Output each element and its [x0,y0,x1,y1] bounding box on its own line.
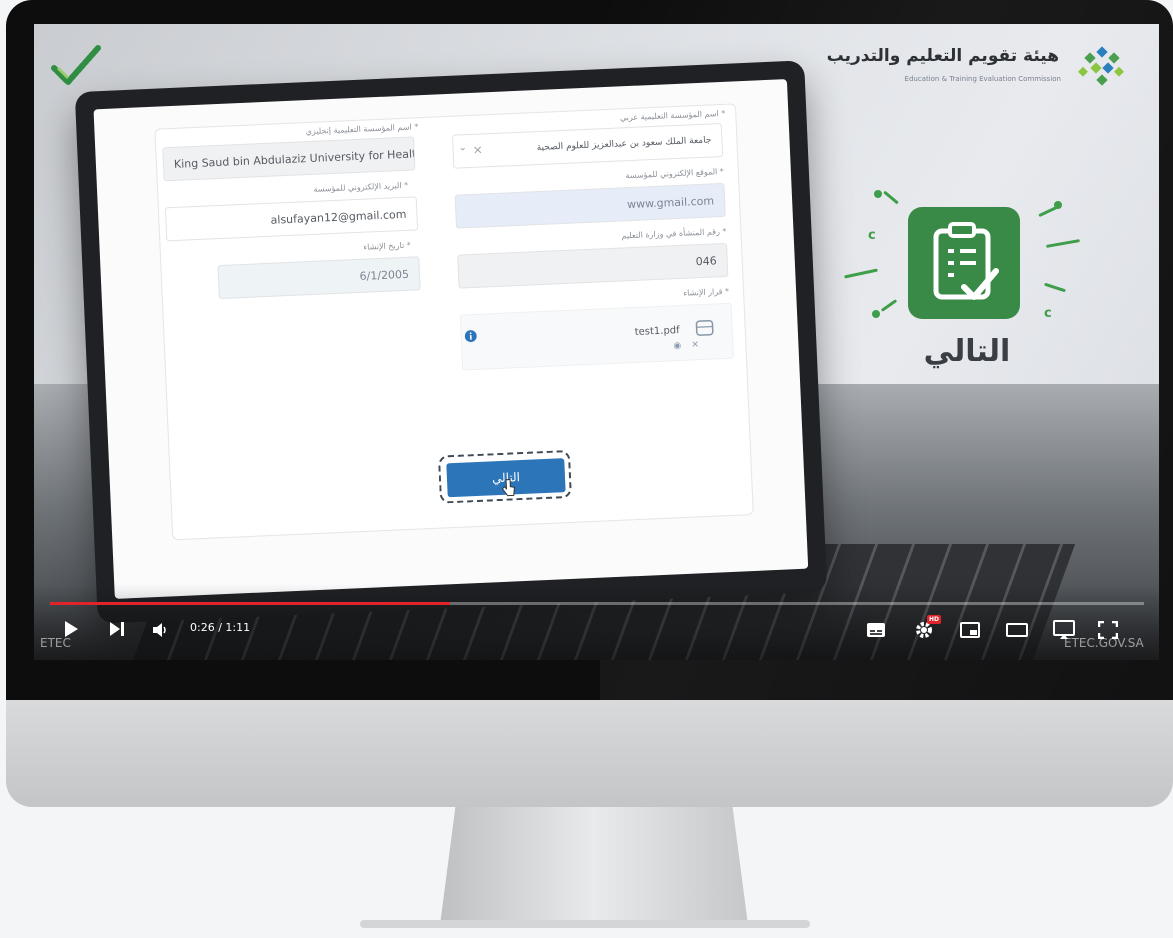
progress-played [50,602,450,605]
institution-email-field[interactable]: alsufayan12@gmail.com [164,196,419,242]
founded-date-field[interactable]: 6/1/2005 [217,256,421,300]
chevron-down-icon[interactable]: ⌄ [458,142,467,153]
hand-cursor-icon [501,479,515,497]
play-icon[interactable] [62,620,80,638]
uploaded-file-name[interactable]: test1.pdf [635,325,680,338]
org-name-english: Education & Training Evaluation Commissi… [904,75,1061,83]
cast-icon[interactable] [1052,620,1076,640]
info-icon[interactable] [464,330,478,343]
watermark-left: ETEC [40,636,71,650]
sparkle-ray [1045,239,1081,248]
institution-name-ar-select[interactable]: جامعة الملك سعود بن عبدالعزيز للعلوم الص… [451,122,724,169]
sparkle-arc: c [868,228,876,243]
hd-badge: HD [927,615,941,624]
field-label-decree: قرار الإنشاء * [683,286,730,298]
laptop: اسم المؤسسة التعليمية إنجليزي * King Sau… [74,60,828,624]
field-label-name-ar: اسم المؤسسة التعليمية عربي * [619,108,726,123]
ministry-number-field[interactable]: 046 [457,242,729,289]
next-caption: التالي [923,334,1011,369]
delete-file-icon[interactable]: ✕ [691,340,699,350]
institution-name-en-field[interactable]: King Saud bin Abdulaziz University for H… [162,136,416,182]
institution-form: اسم المؤسسة التعليمية إنجليزي * King Sau… [154,103,754,541]
sparkle-arc: c [1044,306,1052,321]
theater-mode-icon[interactable] [1006,622,1028,638]
subtitles-icon[interactable] [866,622,886,638]
decree-upload-box[interactable] [459,302,734,371]
monitor-stand-base [360,920,810,928]
clipboard-card [908,207,1020,319]
next-video-icon[interactable] [108,621,126,637]
sparkle-dot [872,310,880,318]
sparkle-ray [883,190,899,205]
sparkle-ray [880,299,898,312]
video-frame[interactable]: هيئة تقويم التعليم والتدريب Education & … [34,24,1159,660]
file-icon [695,319,714,336]
fullscreen-icon[interactable] [1098,621,1118,639]
sparkle-dot [874,190,882,198]
field-label-ministry-number: رقم المنشأة في وزارة التعليم * [621,226,727,241]
miniplayer-icon[interactable] [960,622,980,638]
clear-select-icon[interactable]: × [472,142,483,156]
etec-logo-icon [1078,46,1124,86]
checkmark-logo-icon [51,45,101,85]
institution-website-field[interactable]: www.gmail.com [454,182,726,229]
volume-icon[interactable] [152,623,168,637]
sparkle-dot [1054,201,1062,209]
monitor-stand [440,807,748,925]
institution-name-ar-value: جامعة الملك سعود بن عبدالعزيز للعلوم الص… [536,135,712,154]
laptop-screen: اسم المؤسسة التعليمية إنجليزي * King Sau… [93,79,809,599]
sparkle-ray [1044,282,1066,293]
time-display: 0:26 / 1:11 [190,621,251,634]
field-label-email: البريد الإلكتروني للمؤسسة * [313,180,409,194]
monitor-chin [6,700,1173,807]
org-name-arabic: هيئة تقويم التعليم والتدريب [826,46,1059,66]
field-label-founded: تاريخ الإنشاء * [363,240,411,252]
clipboard-check-icon [933,222,999,300]
sparkle-ray [844,268,878,279]
field-label-name-en: اسم المؤسسة التعليمية إنجليزي * [305,122,419,137]
field-label-website: الموقع الإلكتروني للمؤسسة * [625,166,725,181]
eye-icon[interactable]: ◉ [673,341,681,351]
